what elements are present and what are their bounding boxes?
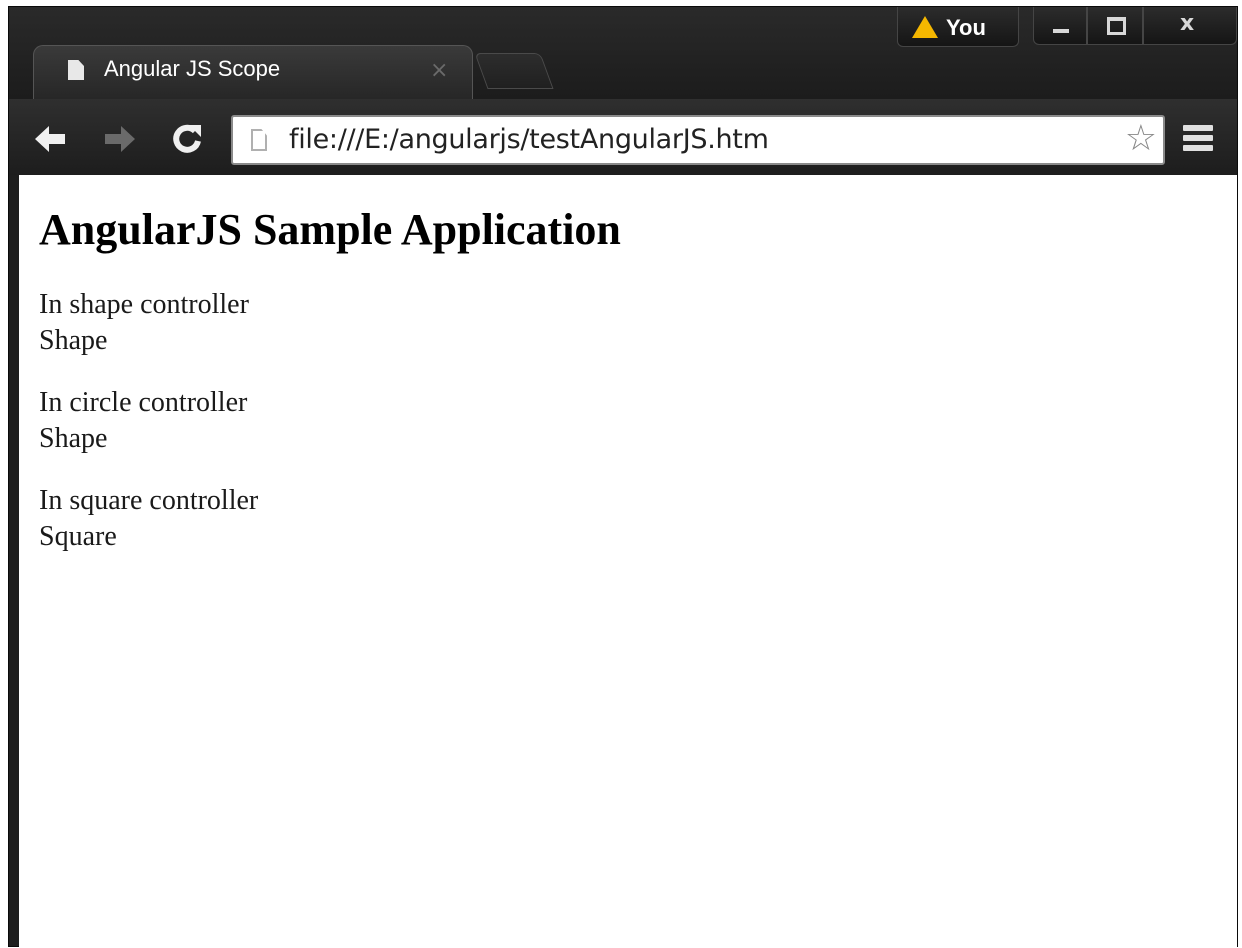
- tab-close-icon[interactable]: ×: [430, 58, 448, 83]
- title-bar: Angular JS Scope × You x: [9, 7, 1237, 101]
- page-viewport: AngularJS Sample Application In shape co…: [19, 175, 1237, 948]
- page-icon: [68, 60, 84, 80]
- reload-button[interactable]: [167, 121, 207, 157]
- url-text: file:///E:/angularjs/testAngularJS.htm: [289, 124, 769, 155]
- hamburger-menu-icon: [1183, 125, 1213, 131]
- star-icon[interactable]: ☆: [1125, 119, 1157, 159]
- tab-angular-js-scope[interactable]: Angular JS Scope ×: [33, 45, 473, 101]
- section-value: Shape: [39, 423, 108, 454]
- page-heading: AngularJS Sample Application: [39, 205, 621, 254]
- close-icon: x: [1180, 11, 1195, 36]
- forward-button[interactable]: [99, 121, 139, 157]
- section-label: In square controller: [39, 485, 259, 516]
- menu-button[interactable]: [1183, 125, 1213, 155]
- hamburger-menu-icon-bar: [1183, 135, 1213, 141]
- reload-icon: [173, 124, 201, 153]
- minimize-icon: [1053, 29, 1069, 33]
- page-icon: [251, 129, 267, 151]
- browser-toolbar: file:///E:/angularjs/testAngularJS.htm ☆: [9, 99, 1237, 175]
- profile-name: You: [946, 15, 986, 40]
- tab-title: Angular JS Scope: [104, 56, 281, 81]
- address-bar[interactable]: file:///E:/angularjs/testAngularJS.htm ☆: [231, 115, 1165, 165]
- profile-button[interactable]: You: [897, 7, 1019, 47]
- minimize-button[interactable]: [1033, 7, 1087, 45]
- window-controls: x: [1033, 7, 1237, 47]
- arrow-right-icon: [105, 126, 135, 152]
- new-tab-button[interactable]: [474, 53, 554, 89]
- shape-controller-section: In shape controller Shape: [39, 287, 621, 359]
- section-value: Square: [39, 521, 117, 552]
- section-label: In shape controller: [39, 289, 249, 320]
- circle-controller-section: In circle controller Shape: [39, 385, 621, 457]
- arrow-left-icon: [35, 126, 65, 152]
- page-content: AngularJS Sample Application In shape co…: [39, 175, 621, 555]
- browser-window: Angular JS Scope × You x file:///E:/angu…: [8, 6, 1238, 948]
- section-label: In circle controller: [39, 387, 248, 418]
- maximize-button[interactable]: [1087, 7, 1143, 45]
- close-window-button[interactable]: x: [1143, 7, 1237, 45]
- section-value: Shape: [39, 325, 108, 356]
- back-button[interactable]: [31, 121, 71, 157]
- square-controller-section: In square controller Square: [39, 483, 621, 555]
- warning-icon: [912, 16, 938, 38]
- hamburger-menu-icon-bar: [1183, 145, 1213, 151]
- maximize-icon: [1107, 17, 1126, 35]
